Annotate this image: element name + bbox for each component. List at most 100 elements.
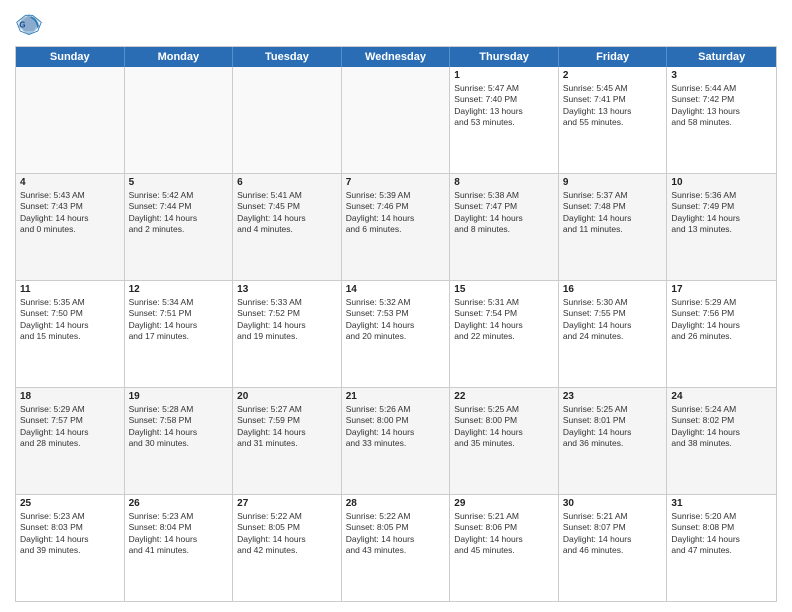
cal-cell: 26 Sunrise: 5:23 AM Sunset: 8:04 PM Dayli… — [125, 495, 234, 601]
svg-text:G: G — [19, 21, 25, 30]
week-row-2: 4Sunrise: 5:43 AM Sunset: 7:43 PM Daylig… — [16, 174, 776, 281]
week-row-3: 11 Sunrise: 5:35 AM Sunset: 7:50 PM Dayli… — [16, 281, 776, 388]
cell-info: Sunrise: 5:36 AM Sunset: 7:49 PM Dayligh… — [671, 190, 772, 236]
cal-cell: 25Sunrise: 5:23 AM Sunset: 8:03 PM Dayli… — [16, 495, 125, 601]
cell-info: Sunrise: 5:44 AM Sunset: 7:42 PM Dayligh… — [671, 83, 772, 129]
day-number: 30 — [563, 498, 663, 509]
cal-cell: 5 Sunrise: 5:42 AM Sunset: 7:44 PM Daylig… — [125, 174, 234, 280]
cal-cell: 15Sunrise: 5:31 AM Sunset: 7:54 PM Dayli… — [450, 281, 559, 387]
cell-info: Sunrise: 5:41 AM Sunset: 7:45 PM Dayligh… — [237, 190, 337, 236]
cell-info: Sunrise: 5:34 AM Sunset: 7:51 PM Dayligh… — [129, 297, 229, 343]
cell-info: Sunrise: 5:38 AM Sunset: 7:47 PM Dayligh… — [454, 190, 554, 236]
page: G SundayMondayTuesdayWednesdayThursdayFr… — [0, 0, 792, 612]
day-number: 20 — [237, 391, 337, 402]
cell-info: Sunrise: 5:22 AM Sunset: 8:05 PM Dayligh… — [237, 511, 337, 557]
day-number: 9 — [563, 177, 663, 188]
cell-info: Sunrise: 5:23 AM Sunset: 8:03 PM Dayligh… — [20, 511, 120, 557]
cal-cell: 29 Sunrise: 5:21 AM Sunset: 8:06 PM Dayli… — [450, 495, 559, 601]
day-number: 19 — [129, 391, 229, 402]
day-number: 29 — [454, 498, 554, 509]
cal-cell: 28Sunrise: 5:22 AM Sunset: 8:05 PM Dayli… — [342, 495, 451, 601]
day-number: 13 — [237, 284, 337, 295]
cell-info: Sunrise: 5:21 AM Sunset: 8:07 PM Dayligh… — [563, 511, 663, 557]
day-number: 22 — [454, 391, 554, 402]
cell-info: Sunrise: 5:29 AM Sunset: 7:56 PM Dayligh… — [671, 297, 772, 343]
header: G — [15, 10, 777, 38]
day-header-saturday: Saturday — [667, 47, 776, 67]
week-row-1: 1Sunrise: 5:47 AM Sunset: 7:40 PM Daylig… — [16, 67, 776, 174]
cal-cell: 8 Sunrise: 5:38 AM Sunset: 7:47 PM Daylig… — [450, 174, 559, 280]
cal-cell: 7 Sunrise: 5:39 AM Sunset: 7:46 PM Daylig… — [342, 174, 451, 280]
cal-cell: 19 Sunrise: 5:28 AM Sunset: 7:58 PM Dayli… — [125, 388, 234, 494]
logo-icon: G — [15, 10, 43, 38]
cell-info: Sunrise: 5:45 AM Sunset: 7:41 PM Dayligh… — [563, 83, 663, 129]
cell-info: Sunrise: 5:23 AM Sunset: 8:04 PM Dayligh… — [129, 511, 229, 557]
day-number: 8 — [454, 177, 554, 188]
day-number: 28 — [346, 498, 446, 509]
day-number: 18 — [20, 391, 120, 402]
cell-info: Sunrise: 5:30 AM Sunset: 7:55 PM Dayligh… — [563, 297, 663, 343]
cell-info: Sunrise: 5:33 AM Sunset: 7:52 PM Dayligh… — [237, 297, 337, 343]
day-number: 7 — [346, 177, 446, 188]
cell-info: Sunrise: 5:31 AM Sunset: 7:54 PM Dayligh… — [454, 297, 554, 343]
cal-cell — [342, 67, 451, 173]
day-number: 16 — [563, 284, 663, 295]
day-header-friday: Friday — [559, 47, 668, 67]
day-number: 10 — [671, 177, 772, 188]
day-number: 4 — [20, 177, 120, 188]
cal-cell: 21Sunrise: 5:26 AM Sunset: 8:00 PM Dayli… — [342, 388, 451, 494]
cell-info: Sunrise: 5:39 AM Sunset: 7:46 PM Dayligh… — [346, 190, 446, 236]
cal-cell: 18Sunrise: 5:29 AM Sunset: 7:57 PM Dayli… — [16, 388, 125, 494]
cell-info: Sunrise: 5:32 AM Sunset: 7:53 PM Dayligh… — [346, 297, 446, 343]
cal-cell: 17 Sunrise: 5:29 AM Sunset: 7:56 PM Dayli… — [667, 281, 776, 387]
cell-info: Sunrise: 5:42 AM Sunset: 7:44 PM Dayligh… — [129, 190, 229, 236]
cell-info: Sunrise: 5:25 AM Sunset: 8:01 PM Dayligh… — [563, 404, 663, 450]
day-number: 14 — [346, 284, 446, 295]
day-number: 17 — [671, 284, 772, 295]
cal-cell — [233, 67, 342, 173]
cell-info: Sunrise: 5:28 AM Sunset: 7:58 PM Dayligh… — [129, 404, 229, 450]
day-number: 3 — [671, 70, 772, 81]
cal-cell: 9 Sunrise: 5:37 AM Sunset: 7:48 PM Daylig… — [559, 174, 668, 280]
day-number: 27 — [237, 498, 337, 509]
day-header-wednesday: Wednesday — [342, 47, 451, 67]
day-header-monday: Monday — [125, 47, 234, 67]
cell-info: Sunrise: 5:35 AM Sunset: 7:50 PM Dayligh… — [20, 297, 120, 343]
cal-cell: 3 Sunrise: 5:44 AM Sunset: 7:42 PM Daylig… — [667, 67, 776, 173]
day-number: 23 — [563, 391, 663, 402]
cal-cell: 2 Sunrise: 5:45 AM Sunset: 7:41 PM Daylig… — [559, 67, 668, 173]
week-row-5: 25Sunrise: 5:23 AM Sunset: 8:03 PM Dayli… — [16, 495, 776, 601]
cal-cell — [16, 67, 125, 173]
cell-info: Sunrise: 5:20 AM Sunset: 8:08 PM Dayligh… — [671, 511, 772, 557]
cal-cell: 22Sunrise: 5:25 AM Sunset: 8:00 PM Dayli… — [450, 388, 559, 494]
cell-info: Sunrise: 5:21 AM Sunset: 8:06 PM Dayligh… — [454, 511, 554, 557]
calendar-header: SundayMondayTuesdayWednesdayThursdayFrid… — [16, 47, 776, 67]
cal-cell: 16 Sunrise: 5:30 AM Sunset: 7:55 PM Dayli… — [559, 281, 668, 387]
day-number: 11 — [20, 284, 120, 295]
cal-cell: 11 Sunrise: 5:35 AM Sunset: 7:50 PM Dayli… — [16, 281, 125, 387]
calendar-body: 1Sunrise: 5:47 AM Sunset: 7:40 PM Daylig… — [16, 67, 776, 601]
day-number: 21 — [346, 391, 446, 402]
day-header-thursday: Thursday — [450, 47, 559, 67]
cell-info: Sunrise: 5:37 AM Sunset: 7:48 PM Dayligh… — [563, 190, 663, 236]
day-number: 2 — [563, 70, 663, 81]
day-number: 31 — [671, 498, 772, 509]
day-header-tuesday: Tuesday — [233, 47, 342, 67]
cal-cell: 1Sunrise: 5:47 AM Sunset: 7:40 PM Daylig… — [450, 67, 559, 173]
day-header-sunday: Sunday — [16, 47, 125, 67]
cal-cell: 30 Sunrise: 5:21 AM Sunset: 8:07 PM Dayli… — [559, 495, 668, 601]
logo: G — [15, 10, 47, 38]
cell-info: Sunrise: 5:27 AM Sunset: 7:59 PM Dayligh… — [237, 404, 337, 450]
cal-cell: 10 Sunrise: 5:36 AM Sunset: 7:49 PM Dayli… — [667, 174, 776, 280]
calendar: SundayMondayTuesdayWednesdayThursdayFrid… — [15, 46, 777, 602]
day-number: 12 — [129, 284, 229, 295]
cal-cell: 20 Sunrise: 5:27 AM Sunset: 7:59 PM Dayli… — [233, 388, 342, 494]
day-number: 5 — [129, 177, 229, 188]
day-number: 26 — [129, 498, 229, 509]
day-number: 1 — [454, 70, 554, 81]
cal-cell: 13 Sunrise: 5:33 AM Sunset: 7:52 PM Dayli… — [233, 281, 342, 387]
cal-cell: 24Sunrise: 5:24 AM Sunset: 8:02 PM Dayli… — [667, 388, 776, 494]
day-number: 24 — [671, 391, 772, 402]
cal-cell: 12 Sunrise: 5:34 AM Sunset: 7:51 PM Dayli… — [125, 281, 234, 387]
cal-cell: 14 Sunrise: 5:32 AM Sunset: 7:53 PM Dayli… — [342, 281, 451, 387]
